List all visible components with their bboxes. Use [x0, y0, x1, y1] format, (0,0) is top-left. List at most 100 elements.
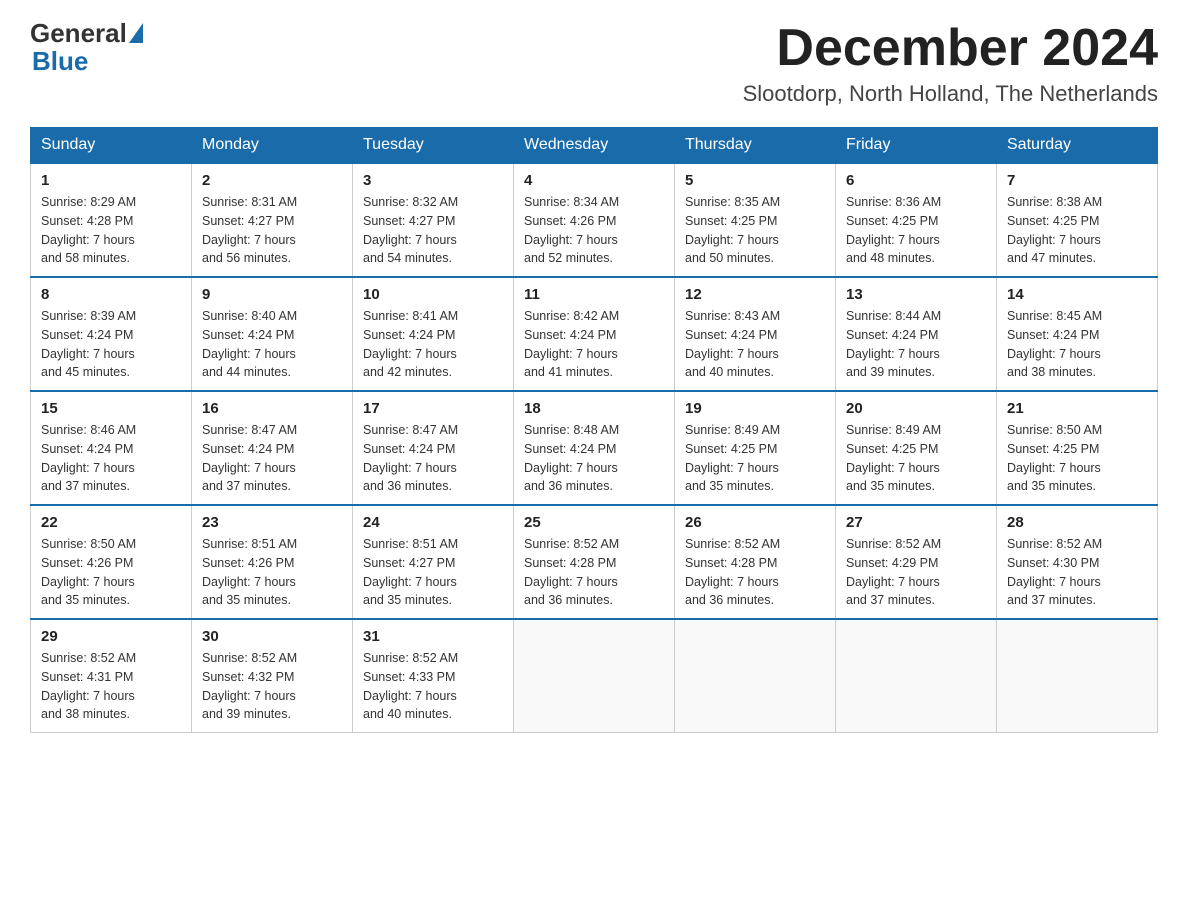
sunset-label: Sunset: 4:25 PM	[1007, 442, 1099, 456]
calendar-week-row: 29 Sunrise: 8:52 AM Sunset: 4:31 PM Dayl…	[31, 619, 1158, 733]
calendar-day-cell: 10 Sunrise: 8:41 AM Sunset: 4:24 PM Dayl…	[353, 277, 514, 391]
daylight-label: Daylight: 7 hours	[363, 689, 457, 703]
calendar-week-row: 22 Sunrise: 8:50 AM Sunset: 4:26 PM Dayl…	[31, 505, 1158, 619]
daylight-label: Daylight: 7 hours	[363, 233, 457, 247]
daylight-minutes: and 47 minutes.	[1007, 251, 1096, 265]
daylight-minutes: and 39 minutes.	[846, 365, 935, 379]
daylight-minutes: and 35 minutes.	[846, 479, 935, 493]
sunset-label: Sunset: 4:24 PM	[202, 328, 294, 342]
day-info: Sunrise: 8:52 AM Sunset: 4:29 PM Dayligh…	[846, 535, 986, 610]
day-number: 24	[363, 514, 503, 531]
day-info: Sunrise: 8:39 AM Sunset: 4:24 PM Dayligh…	[41, 307, 181, 382]
sunrise-label: Sunrise: 8:41 AM	[363, 309, 458, 323]
page-header: General Blue December 2024 Slootdorp, No…	[30, 20, 1158, 107]
daylight-minutes: and 36 minutes.	[363, 479, 452, 493]
day-info: Sunrise: 8:49 AM Sunset: 4:25 PM Dayligh…	[685, 421, 825, 496]
sunrise-label: Sunrise: 8:52 AM	[685, 537, 780, 551]
day-info: Sunrise: 8:52 AM Sunset: 4:32 PM Dayligh…	[202, 649, 342, 724]
daylight-label: Daylight: 7 hours	[202, 689, 296, 703]
calendar-header-monday: Monday	[192, 128, 353, 164]
sunrise-label: Sunrise: 8:39 AM	[41, 309, 136, 323]
sunrise-label: Sunrise: 8:52 AM	[41, 651, 136, 665]
daylight-label: Daylight: 7 hours	[524, 461, 618, 475]
sunset-label: Sunset: 4:26 PM	[41, 556, 133, 570]
day-info: Sunrise: 8:52 AM Sunset: 4:33 PM Dayligh…	[363, 649, 503, 724]
day-info: Sunrise: 8:44 AM Sunset: 4:24 PM Dayligh…	[846, 307, 986, 382]
daylight-label: Daylight: 7 hours	[1007, 233, 1101, 247]
calendar-day-cell	[997, 619, 1158, 733]
calendar-day-cell: 31 Sunrise: 8:52 AM Sunset: 4:33 PM Dayl…	[353, 619, 514, 733]
sunset-label: Sunset: 4:26 PM	[202, 556, 294, 570]
daylight-label: Daylight: 7 hours	[1007, 461, 1101, 475]
calendar-day-cell: 20 Sunrise: 8:49 AM Sunset: 4:25 PM Dayl…	[836, 391, 997, 505]
daylight-minutes: and 54 minutes.	[363, 251, 452, 265]
calendar-header-friday: Friday	[836, 128, 997, 164]
calendar-week-row: 1 Sunrise: 8:29 AM Sunset: 4:28 PM Dayli…	[31, 163, 1158, 277]
day-info: Sunrise: 8:52 AM Sunset: 4:28 PM Dayligh…	[524, 535, 664, 610]
sunset-label: Sunset: 4:27 PM	[202, 214, 294, 228]
sunset-label: Sunset: 4:24 PM	[524, 328, 616, 342]
calendar-day-cell: 29 Sunrise: 8:52 AM Sunset: 4:31 PM Dayl…	[31, 619, 192, 733]
day-info: Sunrise: 8:40 AM Sunset: 4:24 PM Dayligh…	[202, 307, 342, 382]
sunrise-label: Sunrise: 8:51 AM	[202, 537, 297, 551]
day-info: Sunrise: 8:43 AM Sunset: 4:24 PM Dayligh…	[685, 307, 825, 382]
calendar-header-row: SundayMondayTuesdayWednesdayThursdayFrid…	[31, 128, 1158, 164]
sunrise-label: Sunrise: 8:52 AM	[1007, 537, 1102, 551]
daylight-minutes: and 50 minutes.	[685, 251, 774, 265]
calendar-day-cell: 3 Sunrise: 8:32 AM Sunset: 4:27 PM Dayli…	[353, 163, 514, 277]
daylight-label: Daylight: 7 hours	[524, 575, 618, 589]
daylight-minutes: and 39 minutes.	[202, 707, 291, 721]
sunset-label: Sunset: 4:24 PM	[685, 328, 777, 342]
calendar-header-tuesday: Tuesday	[353, 128, 514, 164]
calendar-day-cell: 15 Sunrise: 8:46 AM Sunset: 4:24 PM Dayl…	[31, 391, 192, 505]
day-info: Sunrise: 8:42 AM Sunset: 4:24 PM Dayligh…	[524, 307, 664, 382]
calendar-day-cell: 30 Sunrise: 8:52 AM Sunset: 4:32 PM Dayl…	[192, 619, 353, 733]
day-info: Sunrise: 8:41 AM Sunset: 4:24 PM Dayligh…	[363, 307, 503, 382]
sunset-label: Sunset: 4:33 PM	[363, 670, 455, 684]
calendar-day-cell: 17 Sunrise: 8:47 AM Sunset: 4:24 PM Dayl…	[353, 391, 514, 505]
sunset-label: Sunset: 4:24 PM	[846, 328, 938, 342]
calendar-day-cell: 18 Sunrise: 8:48 AM Sunset: 4:24 PM Dayl…	[514, 391, 675, 505]
daylight-minutes: and 58 minutes.	[41, 251, 130, 265]
calendar-week-row: 15 Sunrise: 8:46 AM Sunset: 4:24 PM Dayl…	[31, 391, 1158, 505]
sunset-label: Sunset: 4:31 PM	[41, 670, 133, 684]
calendar-day-cell: 27 Sunrise: 8:52 AM Sunset: 4:29 PM Dayl…	[836, 505, 997, 619]
logo-blue-text: Blue	[32, 46, 88, 76]
daylight-label: Daylight: 7 hours	[524, 347, 618, 361]
day-number: 20	[846, 400, 986, 417]
day-number: 16	[202, 400, 342, 417]
sunset-label: Sunset: 4:27 PM	[363, 214, 455, 228]
day-number: 28	[1007, 514, 1147, 531]
daylight-minutes: and 41 minutes.	[524, 365, 613, 379]
sunrise-label: Sunrise: 8:36 AM	[846, 195, 941, 209]
day-number: 7	[1007, 172, 1147, 189]
sunset-label: Sunset: 4:30 PM	[1007, 556, 1099, 570]
calendar-day-cell	[836, 619, 997, 733]
calendar-day-cell: 25 Sunrise: 8:52 AM Sunset: 4:28 PM Dayl…	[514, 505, 675, 619]
day-info: Sunrise: 8:35 AM Sunset: 4:25 PM Dayligh…	[685, 193, 825, 268]
sunset-label: Sunset: 4:25 PM	[685, 214, 777, 228]
sunset-label: Sunset: 4:27 PM	[363, 556, 455, 570]
day-number: 29	[41, 628, 181, 645]
daylight-minutes: and 48 minutes.	[846, 251, 935, 265]
day-number: 4	[524, 172, 664, 189]
sunrise-label: Sunrise: 8:32 AM	[363, 195, 458, 209]
day-number: 10	[363, 286, 503, 303]
daylight-label: Daylight: 7 hours	[685, 461, 779, 475]
day-info: Sunrise: 8:50 AM Sunset: 4:26 PM Dayligh…	[41, 535, 181, 610]
calendar-day-cell	[675, 619, 836, 733]
day-info: Sunrise: 8:46 AM Sunset: 4:24 PM Dayligh…	[41, 421, 181, 496]
daylight-label: Daylight: 7 hours	[202, 233, 296, 247]
calendar-day-cell: 2 Sunrise: 8:31 AM Sunset: 4:27 PM Dayli…	[192, 163, 353, 277]
calendar-day-cell: 22 Sunrise: 8:50 AM Sunset: 4:26 PM Dayl…	[31, 505, 192, 619]
sunset-label: Sunset: 4:25 PM	[846, 442, 938, 456]
daylight-label: Daylight: 7 hours	[846, 233, 940, 247]
daylight-label: Daylight: 7 hours	[41, 233, 135, 247]
day-number: 1	[41, 172, 181, 189]
day-number: 12	[685, 286, 825, 303]
sunrise-label: Sunrise: 8:45 AM	[1007, 309, 1102, 323]
daylight-minutes: and 38 minutes.	[1007, 365, 1096, 379]
day-number: 5	[685, 172, 825, 189]
sunset-label: Sunset: 4:29 PM	[846, 556, 938, 570]
sunrise-label: Sunrise: 8:52 AM	[524, 537, 619, 551]
